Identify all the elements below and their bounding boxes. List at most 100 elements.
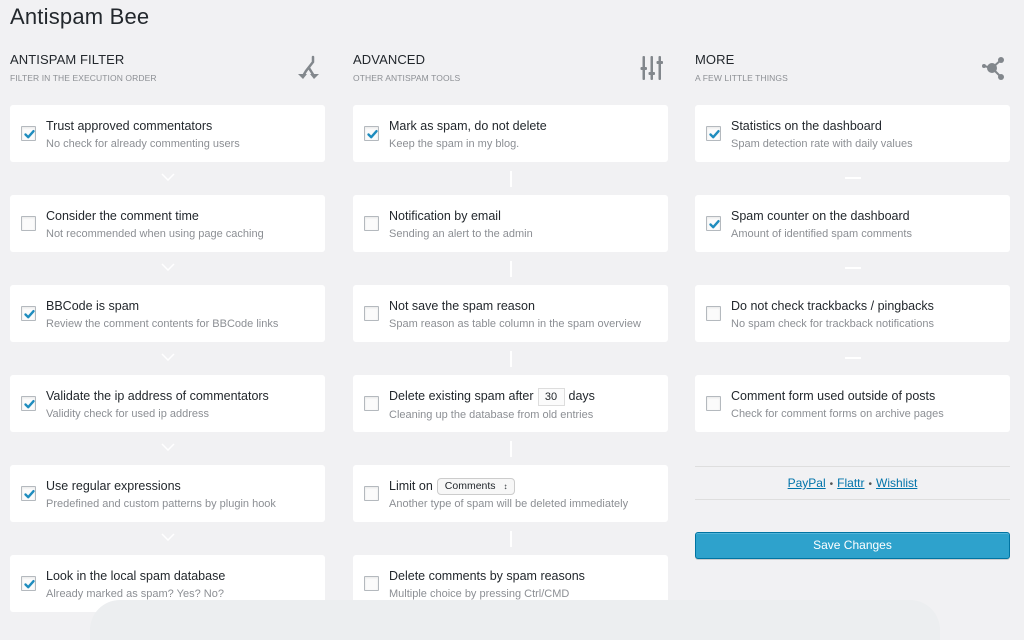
option-title-text: Trust approved commentators	[46, 119, 213, 133]
option-checkbox[interactable]	[364, 216, 379, 231]
option-description: Validity check for used ip address	[46, 408, 210, 420]
option-checkbox[interactable]	[21, 576, 36, 591]
column-antispam-filter: Antispam Filter Filter in the execution …	[10, 52, 325, 612]
option-title-text: Use regular expressions	[46, 479, 181, 493]
option-title: BBCode is spam	[46, 297, 313, 315]
checkmark-icon	[709, 220, 720, 229]
connector	[10, 252, 325, 285]
checkmark-icon	[24, 130, 35, 139]
chevron-down-icon	[160, 263, 175, 271]
option-checkbox[interactable]	[21, 306, 36, 321]
checkmark-icon	[24, 400, 35, 409]
option-title-text: Limit on	[389, 479, 433, 493]
option-checkbox[interactable]	[21, 216, 36, 231]
connector	[353, 162, 668, 195]
option-checkbox[interactable]	[364, 396, 379, 411]
option-title-text: Mark as spam, do not delete	[389, 119, 547, 133]
column-header: Advanced Other antispam tools	[353, 52, 668, 105]
option-checkbox[interactable]	[706, 306, 721, 321]
option-description: Cleaning up the database from old entrie…	[389, 408, 594, 421]
option-description: Predefined and custom patterns by plugin…	[46, 498, 276, 510]
wishlist-link[interactable]: Wishlist	[876, 476, 917, 490]
save-changes-button[interactable]: Save Changes	[695, 532, 1010, 559]
flattr-link[interactable]: Flattr	[837, 476, 864, 490]
connector-line	[509, 261, 512, 277]
more-list: Statistics on the dashboard Spam detectio…	[695, 105, 1010, 432]
checkmark-icon	[24, 490, 35, 499]
option-title: Use regular expressions	[46, 477, 313, 495]
option-checkbox[interactable]	[364, 486, 379, 501]
option-checkbox[interactable]	[21, 396, 36, 411]
option-card: Statistics on the dashboard Spam detectio…	[695, 105, 1010, 162]
option-card: Limit on Comments ↕ Another type of spam wi…	[353, 465, 668, 522]
bottom-shade	[90, 600, 940, 640]
option-card: Do not check trackbacks / pingbacks No sp…	[695, 285, 1010, 342]
option-card: Consider the comment time Not recommended…	[10, 195, 325, 252]
connector	[353, 522, 668, 555]
chevron-down-icon	[160, 173, 175, 181]
option-title-text: Comment form used outside of posts	[731, 389, 936, 403]
option-title-text: Not save the spam reason	[389, 299, 535, 313]
option-card: Mark as spam, do not delete Keep the spam…	[353, 105, 668, 162]
connector	[695, 342, 1010, 375]
connector	[695, 162, 1010, 195]
option-title: Trust approved commentators	[46, 117, 313, 135]
days-input[interactable]: 30	[537, 387, 565, 406]
option-description: Not recommended when using page caching	[46, 228, 264, 240]
checkmark-icon	[24, 310, 35, 319]
option-title-text: Delete comments by spam reasons	[389, 569, 585, 583]
option-title: Validate the ip address of commentators	[46, 387, 313, 405]
link-separator: •	[868, 479, 873, 490]
option-checkbox[interactable]	[21, 126, 36, 141]
option-description: Check for comment forms on archive pages	[731, 408, 944, 420]
option-checkbox[interactable]	[706, 126, 721, 141]
option-card: BBCode is spam Review the comment content…	[10, 285, 325, 342]
option-checkbox[interactable]	[706, 396, 721, 411]
option-title: Spam counter on the dashboard	[731, 207, 998, 225]
option-description: Sending an alert to the admin	[389, 228, 533, 240]
option-checkbox[interactable]	[364, 576, 379, 591]
option-title-text: Do not check trackbacks / pingbacks	[731, 299, 934, 313]
spam-type-select[interactable]: Comments ↕	[436, 478, 515, 496]
column-header: More A few little things	[695, 52, 1010, 105]
option-card: Notification by email Sending an alert to…	[353, 195, 668, 252]
connector-line	[509, 351, 512, 367]
column-title: More	[695, 52, 735, 67]
connector-line	[844, 177, 861, 179]
connector-line	[844, 357, 861, 359]
option-title: Not save the spam reason	[389, 297, 656, 315]
option-title-text: Statistics on the dashboard	[731, 119, 882, 133]
connector	[10, 522, 325, 555]
option-card: Trust approved commentators No check for …	[10, 105, 325, 162]
link-separator: •	[829, 479, 834, 490]
option-card: Delete existing spam after 30 days Cleaning…	[353, 375, 668, 432]
option-title: Delete existing spam after 30 days	[389, 387, 656, 406]
option-title-text: Delete existing spam after	[389, 389, 534, 403]
option-title: Do not check trackbacks / pingbacks	[731, 297, 998, 315]
option-description: Spam detection rate with daily values	[731, 138, 913, 150]
option-title-text: Look in the local spam database	[46, 569, 226, 583]
option-checkbox[interactable]	[364, 126, 379, 141]
chevron-down-icon	[160, 353, 175, 361]
column-header: Antispam Filter Filter in the execution …	[10, 52, 325, 105]
page-title: Antispam Bee	[10, 4, 150, 29]
option-title-text: BBCode is spam	[46, 299, 140, 313]
option-title-text: Notification by email	[389, 209, 501, 223]
option-checkbox[interactable]	[364, 306, 379, 321]
donation-links: PayPal • Flattr • Wishlist	[695, 466, 1010, 500]
option-description: No spam check for trackback notification…	[731, 318, 934, 330]
option-title: Consider the comment time	[46, 207, 313, 225]
column-subtitle: Filter in the execution order	[10, 73, 157, 83]
option-description: Amount of identified spam comments	[731, 228, 912, 240]
column-advanced: Advanced Other antispam tools Mark as sp…	[353, 52, 668, 612]
connector-line	[509, 441, 512, 457]
advanced-list: Mark as spam, do not delete Keep the spam…	[353, 105, 668, 612]
option-checkbox[interactable]	[706, 216, 721, 231]
connector	[353, 342, 668, 375]
option-checkbox[interactable]	[21, 486, 36, 501]
option-title-text: Validate the ip address of commentators	[46, 389, 269, 403]
paypal-link[interactable]: PayPal	[788, 476, 826, 490]
option-card: Use regular expressions Predefined and cu…	[10, 465, 325, 522]
option-description: Keep the spam in my blog.	[389, 138, 520, 150]
column-subtitle: A few little things	[695, 73, 788, 83]
